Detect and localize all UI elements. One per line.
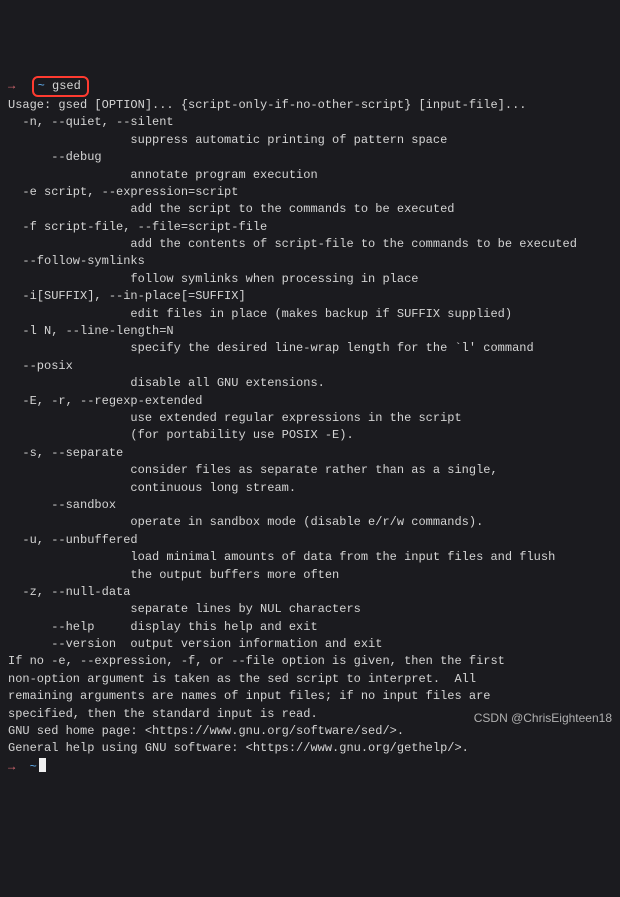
watermark-text: CSDN @ChrisEighteen18 bbox=[474, 710, 612, 727]
prompt-cwd: ~ bbox=[38, 79, 45, 93]
output-line: (for portability use POSIX -E). bbox=[8, 427, 612, 444]
output-line: Usage: gsed [OPTION]... {script-only-if-… bbox=[8, 97, 612, 114]
output-line: use extended regular expressions in the … bbox=[8, 410, 612, 427]
prompt-cwd: ~ bbox=[30, 760, 37, 774]
prompt-line-2[interactable]: → ~ bbox=[8, 758, 612, 776]
prompt-arrow-icon: → bbox=[8, 760, 15, 774]
output-line: -E, -r, --regexp-extended bbox=[8, 393, 612, 410]
command-highlight-box: ~ gsed bbox=[32, 76, 89, 97]
output-line: -n, --quiet, --silent bbox=[8, 114, 612, 131]
output-line: --version output version information and… bbox=[8, 636, 612, 653]
output-line: separate lines by NUL characters bbox=[8, 601, 612, 618]
output-line: non-option argument is taken as the sed … bbox=[8, 671, 612, 688]
output-line: suppress automatic printing of pattern s… bbox=[8, 132, 612, 149]
output-line: disable all GNU extensions. bbox=[8, 375, 612, 392]
output-line: add the contents of script-file to the c… bbox=[8, 236, 612, 253]
prompt-arrow-icon: → bbox=[8, 79, 15, 93]
output-line: annotate program execution bbox=[8, 167, 612, 184]
output-line: --help display this help and exit bbox=[8, 619, 612, 636]
prompt-line-1[interactable]: → ~ gsed bbox=[8, 76, 612, 97]
output-line: -z, --null-data bbox=[8, 584, 612, 601]
output-line: General help using GNU software: <https:… bbox=[8, 740, 612, 757]
output-line: specify the desired line-wrap length for… bbox=[8, 340, 612, 357]
output-line: -l N, --line-length=N bbox=[8, 323, 612, 340]
output-line: --follow-symlinks bbox=[8, 253, 612, 270]
output-line: operate in sandbox mode (disable e/r/w c… bbox=[8, 514, 612, 531]
output-line: continuous long stream. bbox=[8, 480, 612, 497]
output-line: consider files as separate rather than a… bbox=[8, 462, 612, 479]
output-line: If no -e, --expression, -f, or --file op… bbox=[8, 653, 612, 670]
terminal-cursor bbox=[39, 758, 46, 772]
output-line: --sandbox bbox=[8, 497, 612, 514]
output-line: -e script, --expression=script bbox=[8, 184, 612, 201]
output-line: the output buffers more often bbox=[8, 567, 612, 584]
output-line: --debug bbox=[8, 149, 612, 166]
output-line: load minimal amounts of data from the in… bbox=[8, 549, 612, 566]
output-line: remaining arguments are names of input f… bbox=[8, 688, 612, 705]
output-line: edit files in place (makes backup if SUF… bbox=[8, 306, 612, 323]
output-line: add the script to the commands to be exe… bbox=[8, 201, 612, 218]
output-line: --posix bbox=[8, 358, 612, 375]
output-line: -u, --unbuffered bbox=[8, 532, 612, 549]
typed-command: gsed bbox=[52, 79, 81, 93]
output-line: -s, --separate bbox=[8, 445, 612, 462]
output-line: -f script-file, --file=script-file bbox=[8, 219, 612, 236]
output-line: -i[SUFFIX], --in-place[=SUFFIX] bbox=[8, 288, 612, 305]
output-line: follow symlinks when processing in place bbox=[8, 271, 612, 288]
